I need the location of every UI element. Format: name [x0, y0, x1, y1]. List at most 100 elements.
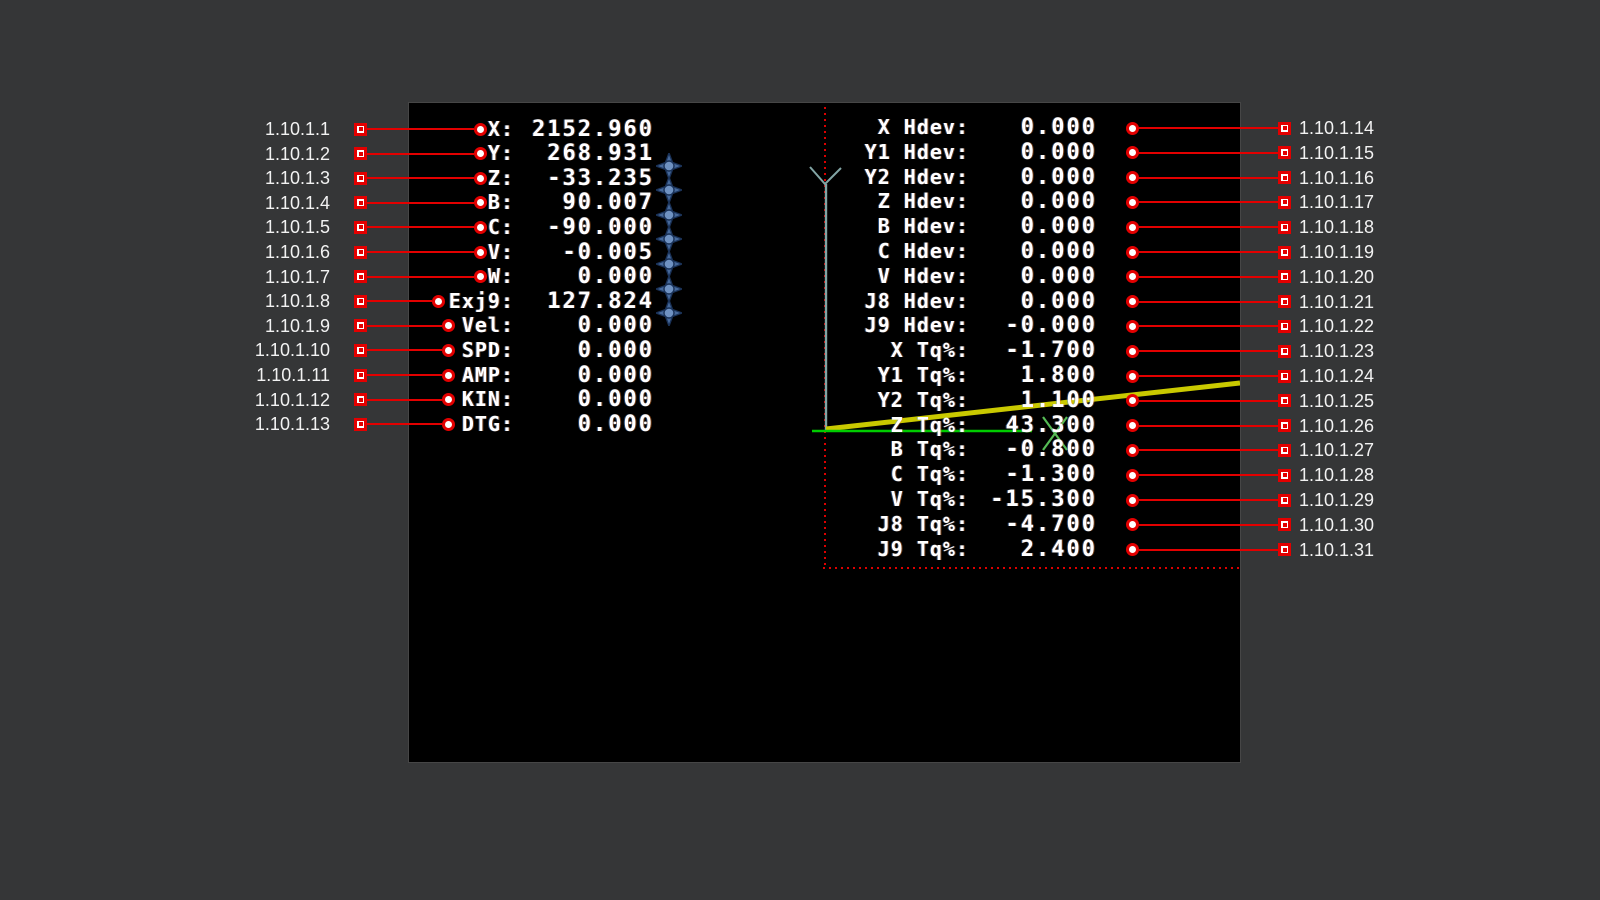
dro-label: Y2 Tq%: — [769, 389, 969, 411]
dro-value: 0.000 — [969, 142, 1097, 164]
callout-square-marker — [354, 319, 367, 332]
dro-row: C Hdev: 0.000 — [769, 240, 1097, 262]
callout-circle-anchor — [442, 369, 455, 382]
callout-square-marker — [1278, 345, 1291, 358]
dro-value: -15.300 — [969, 489, 1097, 511]
jog-crosshair-icon[interactable] — [656, 164, 682, 190]
callout-label: 1.10.1.23 — [1299, 342, 1385, 360]
callout-label: 1.10.1.26 — [1299, 417, 1385, 435]
callout-square-marker — [1278, 444, 1291, 457]
dro-value: 0.000 — [969, 117, 1097, 139]
callout-circle-anchor — [442, 319, 455, 332]
callout-row: 1.10.1.20 — [1126, 268, 1385, 286]
dro-label: Z Hdev: — [769, 190, 969, 212]
dro-row: C Tq%: -1.300 — [769, 463, 1097, 485]
callout-row: 1.10.1.21 — [1126, 293, 1385, 311]
jog-crosshair-icon[interactable] — [656, 262, 682, 288]
callout-circle-anchor — [442, 393, 455, 406]
callout-row: 1.10.1.16 — [1126, 169, 1385, 187]
callout-circle-anchor — [1126, 494, 1139, 507]
jog-crosshair-icon[interactable] — [656, 139, 682, 165]
callout-circle-anchor — [1126, 444, 1139, 457]
callout-square-marker — [354, 270, 367, 283]
callout-label: 1.10.1.27 — [1299, 441, 1385, 459]
callout-row: 1.10.1.10 — [230, 341, 455, 359]
callout-line — [1139, 152, 1278, 154]
callout-square-marker — [354, 295, 367, 308]
dro-value: 0.000 — [514, 414, 654, 436]
callout-circle-anchor — [432, 295, 445, 308]
callout-row: 1.10.1.24 — [1126, 367, 1385, 385]
dro-value: -1.700 — [969, 340, 1097, 362]
dro-value: 0.000 — [514, 340, 654, 362]
dro-label: B Tq%: — [769, 438, 969, 460]
callout-square-marker — [354, 147, 367, 160]
dro-row: Y2 Hdev: 0.000 — [769, 166, 1097, 188]
dro-row: KIN: 0.000 — [429, 388, 654, 410]
dro-value: 0.000 — [969, 167, 1097, 189]
jog-crosshair-icon[interactable] — [656, 115, 682, 141]
callout-row: 1.10.1.29 — [1126, 491, 1385, 509]
callout-circle-anchor — [442, 344, 455, 357]
dro-value: 0.000 — [969, 191, 1097, 213]
dro-row: SPD: 0.000 — [429, 339, 654, 361]
callout-label: 1.10.1.5 — [230, 218, 330, 236]
callout-label: 1.10.1.19 — [1299, 243, 1385, 261]
callout-square-marker — [354, 418, 367, 431]
callout-square-marker — [1278, 320, 1291, 333]
jog-crosshair-icon[interactable] — [656, 213, 682, 239]
callout-circle-anchor — [1126, 146, 1139, 159]
callout-row: 1.10.1.22 — [1126, 317, 1385, 335]
dro-row: V Tq%: -15.300 — [769, 488, 1097, 510]
dro-value: 127.824 — [514, 291, 654, 313]
callout-line — [1139, 375, 1278, 377]
dro-label: X Hdev: — [769, 116, 969, 138]
callout-line — [1139, 350, 1278, 352]
callout-circle-anchor — [1126, 394, 1139, 407]
dro-label: J8 Tq%: — [769, 513, 969, 535]
callout-row: 1.10.1.11 — [230, 366, 455, 384]
dro-label: C Tq%: — [769, 463, 969, 485]
callout-square-marker — [1278, 295, 1291, 308]
callout-square-marker — [1278, 146, 1291, 159]
callout-line — [367, 349, 442, 351]
callout-square-marker — [1278, 469, 1291, 482]
dro-value: -1.300 — [969, 464, 1097, 486]
callout-line — [367, 276, 474, 278]
jog-crosshair-icon[interactable] — [656, 238, 682, 264]
callout-row: 1.10.1.5 — [230, 218, 487, 236]
callout-line — [1139, 226, 1278, 228]
callout-circle-anchor — [474, 221, 487, 234]
dro-value: 2152.960 — [514, 119, 654, 141]
callout-square-marker — [354, 246, 367, 259]
callout-row: 1.10.1.9 — [230, 317, 455, 335]
callout-square-marker — [354, 196, 367, 209]
dro-row: J9 Tq%: 2.400 — [769, 538, 1097, 560]
callout-row: 1.10.1.27 — [1126, 441, 1385, 459]
callout-line — [1139, 127, 1278, 129]
dro-value: 2.400 — [969, 539, 1097, 561]
dro-row: AMP: 0.000 — [429, 364, 654, 386]
callout-label: 1.10.1.31 — [1299, 541, 1385, 559]
callout-label: 1.10.1.16 — [1299, 169, 1385, 187]
callout-line — [1139, 325, 1278, 327]
dro-row: B Hdev: 0.000 — [769, 215, 1097, 237]
callout-row: 1.10.1.12 — [230, 391, 455, 409]
callout-line — [367, 300, 432, 302]
dro-value: 0.000 — [969, 266, 1097, 288]
callout-line — [1139, 400, 1278, 402]
callout-line — [1139, 474, 1278, 476]
callout-square-marker — [354, 344, 367, 357]
dro-value: 0.000 — [514, 266, 654, 288]
callout-row: 1.10.1.3 — [230, 169, 487, 187]
callout-square-marker — [354, 369, 367, 382]
callout-label: 1.10.1.24 — [1299, 367, 1385, 385]
callout-square-marker — [354, 172, 367, 185]
callout-row: 1.10.1.2 — [230, 145, 487, 163]
dro-row: Z Tq%: 43.300 — [769, 414, 1097, 436]
callout-circle-anchor — [1126, 320, 1139, 333]
dro-row: Exj9: 127.824 — [429, 290, 654, 312]
dro-row: DTG: 0.000 — [429, 413, 654, 435]
jog-crosshair-icon[interactable] — [656, 188, 682, 214]
callout-circle-anchor — [1126, 171, 1139, 184]
